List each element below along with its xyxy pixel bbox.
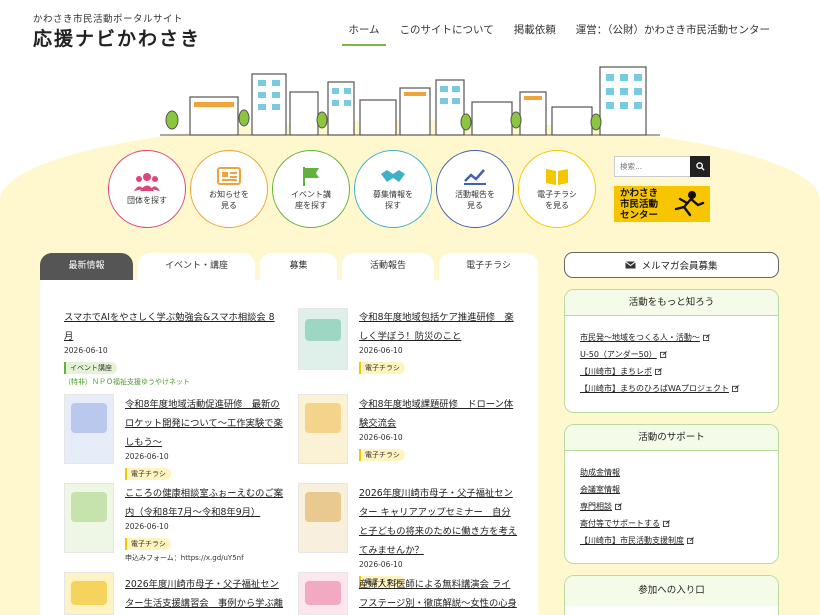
post-tabs: 最新情報 イベント・講座 募集 活動報告 電子チラシ xyxy=(40,253,538,280)
post-date: 2026-06-10 xyxy=(359,433,403,442)
tab-latest[interactable]: 最新情報 xyxy=(40,253,133,280)
post-thumbnail[interactable] xyxy=(298,394,348,464)
tab-recruitment[interactable]: 募集 xyxy=(260,253,337,280)
link-shiminhatsu[interactable]: 市民発〜地域をつくる人・活動〜 xyxy=(580,332,763,343)
tab-events[interactable]: イベント・講座 xyxy=(138,253,255,280)
post-title[interactable]: こころの健康相談室ふぉーえむのご案内（令和8年7月〜令和8年9月） xyxy=(125,488,283,518)
flag-icon xyxy=(298,166,324,187)
newsletter-signup-button[interactable]: メルマガ会員募集 xyxy=(564,252,779,278)
post-item: 令和8年度地域課題研修 ドローン体験交流会 2026-06-10 電子チラシ xyxy=(359,392,519,461)
post-item: 産婦人科医師による無料講演会 ライフステージ別・徹底解説〜女性の心身を守る「守護… xyxy=(359,572,519,615)
participation-box: 参加への入り口 xyxy=(564,575,779,615)
tab-reports[interactable]: 活動報告 xyxy=(342,253,434,280)
post-thumbnail[interactable] xyxy=(298,308,348,370)
post-thumbnail[interactable] xyxy=(298,483,348,553)
post-date: 2026-06-10 xyxy=(125,452,169,461)
post-item: 令和8年度地域活動促進研修 最新のロケット開発について〜工作実験で楽しもう〜 2… xyxy=(125,392,285,480)
category-tag[interactable]: イベント講座 xyxy=(64,362,117,374)
link-machirepo[interactable]: 【川崎市】まちレポ xyxy=(580,366,763,377)
events-button[interactable]: イベント講 座を探す xyxy=(272,150,350,228)
main-nav: ホーム このサイトについて 掲載依頼 運営：（公財）かわさき市民活動センター xyxy=(338,22,780,46)
center-logo-line2: 市民活動 xyxy=(620,199,659,210)
recruitment-button[interactable]: 募集情報を 探す xyxy=(354,150,432,228)
search-button[interactable] xyxy=(690,156,710,177)
external-link-icon xyxy=(655,368,662,375)
external-link-icon xyxy=(687,537,694,544)
find-groups-button[interactable]: 団体を探す xyxy=(108,150,186,228)
news-button[interactable]: お知らせを 見る xyxy=(190,150,268,228)
flyers-button[interactable]: 電子チラシ を見る xyxy=(518,150,596,228)
post-date: 2026-06-10 xyxy=(359,560,403,569)
cityscape-illustration xyxy=(160,66,660,136)
link-wa-project[interactable]: 【川崎市】まちのひろばWAプロジェクト xyxy=(580,383,763,394)
search-input[interactable] xyxy=(614,156,690,177)
center-logo-line1: かわさき xyxy=(620,188,659,199)
post-thumbnail[interactable] xyxy=(64,483,114,553)
nav-home[interactable]: ホーム xyxy=(338,22,389,46)
reports-button[interactable]: 活動報告を 見る xyxy=(436,150,514,228)
link-u50[interactable]: U-50（アンダー50） xyxy=(580,349,763,360)
post-title[interactable]: 令和8年度地域課題研修 ドローン体験交流会 xyxy=(359,399,513,429)
post-title[interactable]: スマホでAIをやさしく学ぶ勉強会&スマホ相談会 8月 xyxy=(64,312,275,342)
tab-flyers[interactable]: 電子チラシ xyxy=(439,253,538,280)
center-logo-line3: センター xyxy=(620,210,659,221)
post-item: 令和8年度地域包括ケア推進研修 楽しく学ぼう！防災のこと 2026-06-10 … xyxy=(359,305,519,374)
post-title[interactable]: 産婦人科医師による無料講演会 ライフステージ別・徹底解説〜女性の心身を守る「守護… xyxy=(359,579,517,615)
post-title[interactable]: 2026年度川崎市母子・父子福祉センター キャリアアップセミナー 自分と子どもの… xyxy=(359,488,517,556)
chart-icon xyxy=(462,166,488,186)
site-header: かわさき市民活動ポータルサイト 応援ナビかわさき ホーム このサイトについて 掲… xyxy=(0,0,820,60)
external-link-icon xyxy=(659,351,667,358)
post-date: 2026-06-10 xyxy=(64,346,108,355)
link-meeting-rooms[interactable]: 会議室情報 xyxy=(580,484,763,495)
post-note: 申込みフォーム：https://x.gd/uY5nf xyxy=(125,554,244,562)
search-form xyxy=(614,156,710,177)
category-tag[interactable]: 電子チラシ xyxy=(359,362,405,374)
running-figure-icon xyxy=(674,191,705,217)
post-thumbnail[interactable] xyxy=(298,572,348,615)
post-item: スマホでAIをやさしく学ぶ勉強会&スマホ相談会 8月 2026-06-10 イベ… xyxy=(64,305,280,387)
post-title[interactable]: 2026年度川崎市母子・父子福祉センター生活支援講習会 事例から学ぶ離婚ガイダン… xyxy=(125,579,283,615)
external-link-icon xyxy=(615,503,622,510)
newsletter-label: メルマガ会員募集 xyxy=(641,261,718,272)
box-title: 参加への入り口 xyxy=(565,576,778,606)
envelope-icon xyxy=(625,261,637,269)
external-link-icon xyxy=(731,385,739,392)
posts-panel: スマホでAIをやさしく学ぶ勉強会&スマホ相談会 8月 2026-06-10 イベ… xyxy=(40,280,538,615)
activity-support-box: 活動のサポート 助成金情報 会議室情報 専門相談 寄付等でサポートする 【川崎市… xyxy=(564,424,779,564)
book-icon xyxy=(544,166,570,186)
people-icon xyxy=(134,172,160,192)
box-title: 活動のサポート xyxy=(565,425,778,451)
link-support-system[interactable]: 【川崎市】市民活動支援制度 xyxy=(580,535,763,546)
post-date: 2026-06-10 xyxy=(359,346,403,355)
nav-request[interactable]: 掲載依頼 xyxy=(504,22,566,46)
post-item: こころの健康相談室ふぉーえむのご案内（令和8年7月〜令和8年9月） 2026-0… xyxy=(125,481,285,563)
category-tag[interactable]: 電子チラシ xyxy=(125,538,171,550)
center-logo-banner[interactable]: かわさき 市民活動 センター xyxy=(614,186,710,222)
learn-more-box: 活動をもっと知ろう 市民発〜地域をつくる人・活動〜 U-50（アンダー50） 【… xyxy=(564,289,779,413)
nav-about[interactable]: このサイトについて xyxy=(390,22,504,46)
post-date: 2026-06-10 xyxy=(125,522,169,531)
category-tag[interactable]: 電子チラシ xyxy=(359,449,405,461)
post-organization[interactable]: （特非）ＮＰＯ福祉支援ゆうやけネット xyxy=(64,377,280,387)
external-link-icon xyxy=(663,520,670,527)
quick-links: 団体を探す お知らせを 見る イベント講 座を探す 募集情報を 探す 活動報告を… xyxy=(108,150,596,228)
newspaper-icon xyxy=(216,166,242,186)
post-title[interactable]: 令和8年度地域活動促進研修 最新のロケット開発について〜工作実験で楽しもう〜 xyxy=(125,399,283,448)
search-icon xyxy=(695,162,705,171)
post-thumbnail[interactable] xyxy=(64,394,114,464)
post-title[interactable]: 令和8年度地域包括ケア推進研修 楽しく学ぼう！防災のこと xyxy=(359,312,514,342)
link-grants[interactable]: 助成金情報 xyxy=(580,467,763,478)
link-donation[interactable]: 寄付等でサポートする xyxy=(580,518,763,529)
link-consultation[interactable]: 専門相談 xyxy=(580,501,763,512)
post-item: 2026年度川崎市母子・父子福祉センター生活支援講習会 事例から学ぶ離婚ガイダン… xyxy=(125,572,285,615)
handshake-icon xyxy=(380,166,406,186)
nav-operator[interactable]: 運営：（公財）かわさき市民活動センター xyxy=(566,22,780,46)
site-subtitle: かわさき市民活動ポータルサイト xyxy=(33,14,184,25)
external-link-icon xyxy=(702,334,710,341)
site-logo[interactable]: 応援ナビかわさき xyxy=(33,24,201,51)
box-title: 活動をもっと知ろう xyxy=(565,290,778,316)
category-tag[interactable]: 電子チラシ xyxy=(125,468,171,480)
post-thumbnail[interactable] xyxy=(64,572,114,615)
